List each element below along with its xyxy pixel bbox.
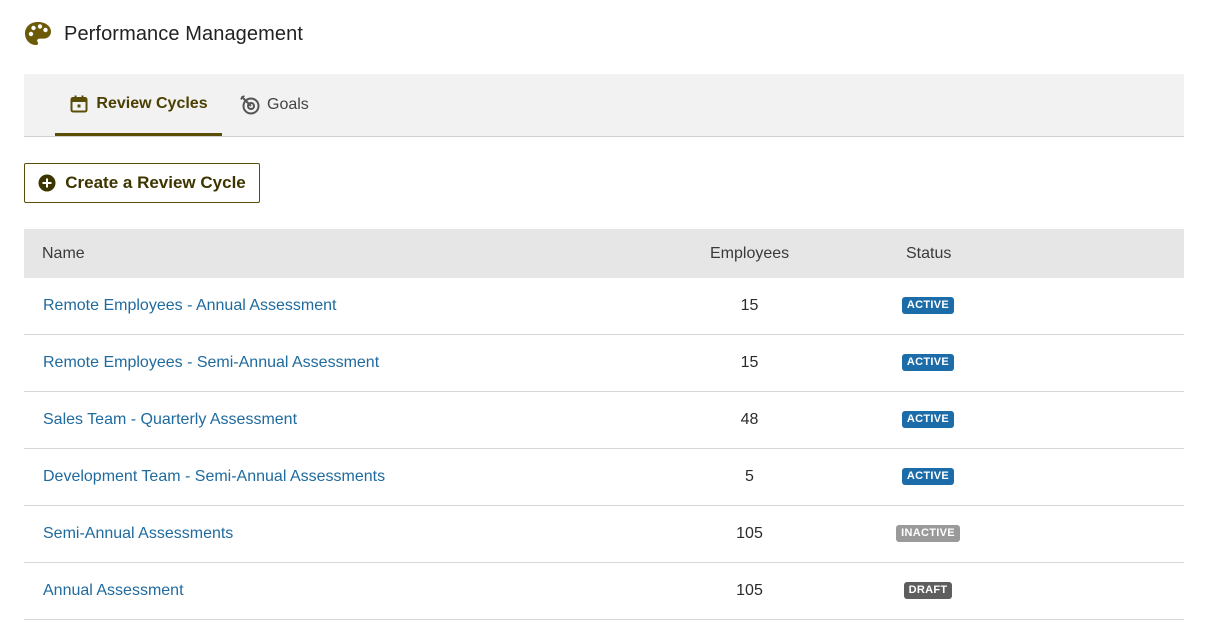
tab-bar: Review Cycles Goals (24, 74, 1184, 137)
review-cycle-link[interactable]: Annual Assessment (43, 563, 184, 618)
review-cycles-table: Name Employees Status Remote Employees -… (24, 229, 1184, 620)
column-header-name[interactable]: Name (42, 229, 85, 278)
status-badge: ACTIVE (901, 411, 955, 428)
calendar-icon (69, 94, 89, 114)
review-cycle-link[interactable]: Remote Employees - Semi-Annual Assessmen… (43, 335, 379, 390)
review-cycle-link[interactable]: Remote Employees - Annual Assessment (43, 278, 336, 333)
table-header: Name Employees Status (24, 229, 1184, 278)
table-row: Semi-Annual Assessments 105 INACTIVE (24, 506, 1184, 563)
column-header-status[interactable]: Status (906, 229, 951, 278)
status-badge: INACTIVE (896, 525, 960, 542)
plus-circle-icon (38, 174, 56, 192)
page-header: Performance Management (24, 20, 303, 48)
status-badge: ACTIVE (901, 468, 955, 485)
employee-count: 15 (740, 297, 759, 314)
employee-count: 105 (736, 525, 763, 542)
column-header-employees[interactable]: Employees (710, 229, 789, 278)
table-row: Development Team - Semi-Annual Assessmen… (24, 449, 1184, 506)
employee-count: 48 (740, 411, 759, 428)
table-row: Sales Team - Quarterly Assessment 48 ACT… (24, 392, 1184, 449)
tab-review-cycles-label: Review Cycles (96, 94, 208, 112)
tab-review-cycles[interactable]: Review Cycles (55, 74, 222, 136)
status-badge: DRAFT (903, 582, 953, 599)
tab-goals[interactable]: Goals (240, 74, 309, 136)
review-cycle-link[interactable]: Development Team - Semi-Annual Assessmen… (43, 449, 385, 504)
tab-goals-label: Goals (267, 96, 309, 113)
table-row: Remote Employees - Semi-Annual Assessmen… (24, 335, 1184, 392)
review-cycle-link[interactable]: Sales Team - Quarterly Assessment (43, 392, 297, 447)
table-row: Remote Employees - Annual Assessment 15 … (24, 278, 1184, 335)
page-title: Performance Management (64, 22, 303, 45)
employee-count: 15 (740, 354, 759, 371)
palette-icon (24, 20, 52, 48)
create-review-cycle-button[interactable]: Create a Review Cycle (24, 163, 260, 203)
target-icon (240, 95, 260, 115)
employee-count: 105 (736, 582, 763, 599)
employee-count: 5 (745, 468, 754, 485)
create-review-cycle-label: Create a Review Cycle (65, 173, 246, 192)
review-cycle-link[interactable]: Semi-Annual Assessments (43, 506, 233, 561)
status-badge: ACTIVE (901, 354, 955, 371)
table-row: Annual Assessment 105 DRAFT (24, 563, 1184, 620)
status-badge: ACTIVE (901, 297, 955, 314)
